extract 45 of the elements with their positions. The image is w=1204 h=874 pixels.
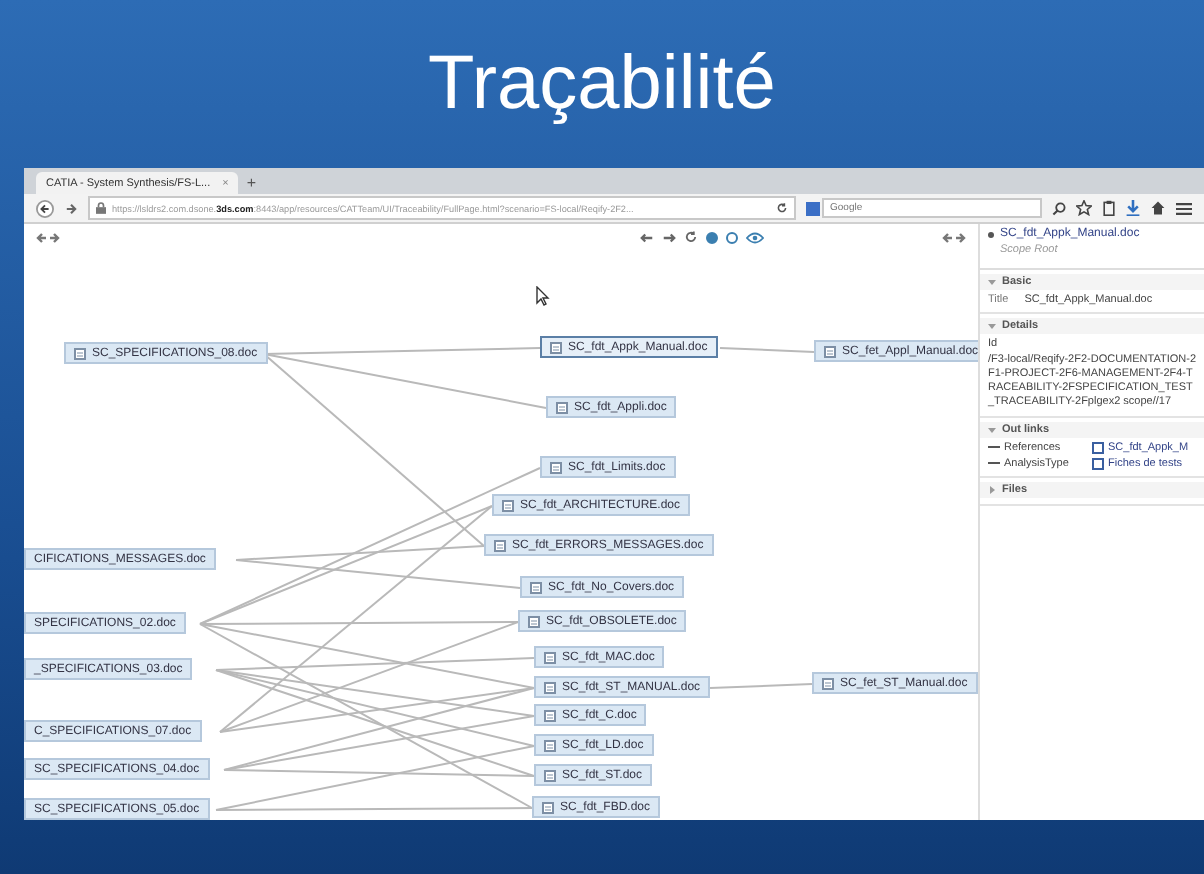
document-icon xyxy=(544,709,556,721)
disclosure-triangle-icon xyxy=(988,322,996,330)
expand-arrows-icon[interactable] xyxy=(942,231,966,243)
clipboard-icon[interactable] xyxy=(1102,200,1116,216)
star-icon[interactable] xyxy=(1076,200,1092,216)
disclosure-triangle-icon xyxy=(988,278,996,286)
back-icon[interactable] xyxy=(36,199,54,217)
connector-line xyxy=(709,683,813,689)
view-toggle-dot[interactable] xyxy=(725,231,737,243)
document-icon xyxy=(544,739,556,751)
forward-icon[interactable] xyxy=(64,201,78,215)
connector-line xyxy=(719,347,815,353)
left-arrow-icon[interactable] xyxy=(639,231,653,243)
document-icon xyxy=(528,615,540,627)
search-engine-icon[interactable] xyxy=(806,201,820,215)
document-icon xyxy=(550,341,562,353)
eye-icon[interactable] xyxy=(745,231,763,243)
document-icon xyxy=(530,581,542,593)
refresh-icon[interactable] xyxy=(683,230,697,244)
view-toggle-dot[interactable] xyxy=(705,231,717,243)
download-icon[interactable] xyxy=(1126,200,1140,216)
home-icon[interactable] xyxy=(1150,200,1166,216)
document-icon xyxy=(544,681,556,693)
document-icon xyxy=(544,651,556,663)
disclosure-triangle-icon xyxy=(988,485,996,493)
document-icon xyxy=(494,539,506,551)
document-icon xyxy=(542,801,554,813)
right-arrow-icon[interactable] xyxy=(661,231,675,243)
document-icon xyxy=(822,677,834,689)
reload-icon[interactable] xyxy=(776,202,788,214)
document-icon xyxy=(550,461,562,473)
menu-icon[interactable] xyxy=(1176,201,1192,215)
disclosure-triangle-icon xyxy=(988,425,996,433)
new-tab-button[interactable]: + xyxy=(246,172,257,194)
lock-icon xyxy=(96,202,106,214)
document-icon xyxy=(556,401,568,413)
document-icon xyxy=(74,347,86,359)
slide-title: Traçabilité xyxy=(426,40,778,130)
document-icon xyxy=(544,769,556,781)
bullet-icon xyxy=(988,231,994,237)
search-icon[interactable] xyxy=(1052,201,1066,215)
expand-arrows-icon[interactable] xyxy=(36,231,60,243)
mouse-pointer-icon xyxy=(536,286,550,306)
document-icon xyxy=(824,345,836,357)
document-icon xyxy=(502,499,514,511)
